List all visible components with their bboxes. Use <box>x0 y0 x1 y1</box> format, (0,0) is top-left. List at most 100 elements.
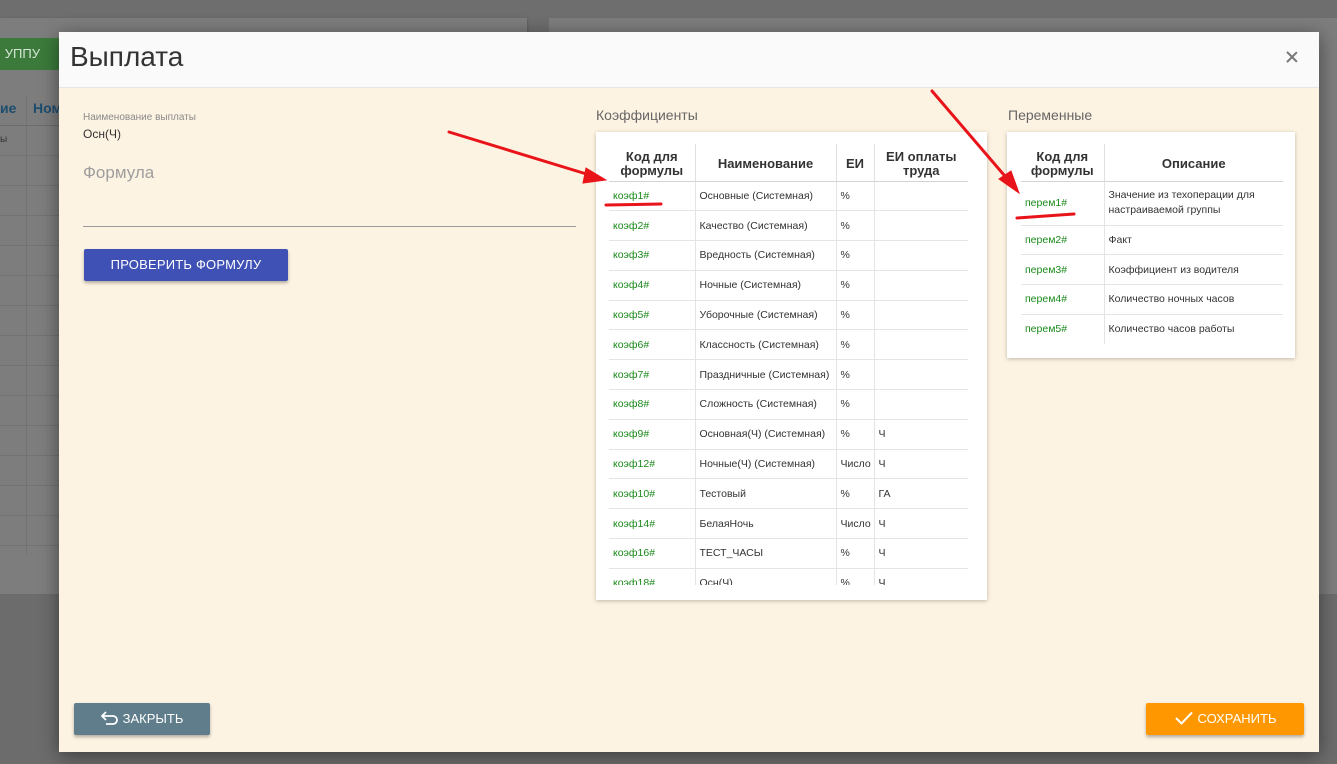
coef-pay-unit-cell <box>874 210 968 242</box>
coefficient-row[interactable]: коэф6# Классность (Системная)% <box>609 329 968 361</box>
coefficient-row[interactable]: коэф1# Основные (Системная)% <box>609 181 968 212</box>
coef-pay-unit-cell: Ч <box>874 508 968 540</box>
coef-unit-cell: Число <box>836 449 875 480</box>
coef-unit-cell: % <box>836 210 875 242</box>
coef-code-cell[interactable]: коэф2# <box>609 210 696 242</box>
coef-name-cell: Праздничные (Системная) <box>695 359 837 391</box>
coefficient-row[interactable]: коэф14# БелаяНочь Число Ч <box>609 508 968 540</box>
coef-pay-unit-cell <box>874 270 968 301</box>
variable-row[interactable]: перем5# Количество часов работы <box>1021 314 1283 344</box>
formula-input[interactable]: Формула <box>83 160 576 227</box>
variables-scroll: Код для формулы Описание перем1# Значение… <box>1021 144 1283 344</box>
coef-code-cell[interactable]: коэф4# <box>609 270 696 301</box>
coef-pay-unit-cell <box>874 389 968 420</box>
coef-code-cell[interactable]: коэф9# <box>609 419 696 450</box>
undo-icon <box>100 711 118 725</box>
coef-name-cell: Вредность (Системная) <box>695 240 837 271</box>
coefficient-row[interactable]: коэф5# Уборочные (Системная)% <box>609 300 968 331</box>
modal-title: Выплата <box>70 41 184 72</box>
coef-pay-unit-cell: Ч <box>874 419 968 450</box>
var-code-cell[interactable]: перем1# <box>1021 181 1105 226</box>
coef-unit-cell: % <box>836 538 875 569</box>
coef-name-cell: Тестовый <box>695 478 837 510</box>
var-description-cell: Значение из техоперации для настраиваемо… <box>1104 181 1283 226</box>
coef-header-code[interactable]: Код для формулы <box>609 144 696 182</box>
coefficients-title: Коэффициенты <box>596 107 698 123</box>
variables-header-row: Код для формулы Описание <box>1021 144 1283 182</box>
save-button[interactable]: СОХРАНИТЬ <box>1146 703 1304 735</box>
coef-name-cell: Сложность (Системная) <box>695 389 837 420</box>
coef-code-cell[interactable]: коэф14# <box>609 508 696 540</box>
coefficient-row[interactable]: коэф2# Качество (Системная)% <box>609 210 968 242</box>
var-header-code[interactable]: Код для формулы <box>1021 144 1105 182</box>
variable-row[interactable]: перем1# Значение из техоперации для настр… <box>1021 181 1283 226</box>
formula-placeholder: Формула <box>83 163 155 182</box>
coef-unit-cell: % <box>836 181 875 212</box>
coef-name-cell: Качество (Системная) <box>695 210 837 242</box>
coef-code-cell[interactable]: коэф16# <box>609 538 696 569</box>
coefficients-table: Код для формулы Наименование ЕИ ЕИ оплат… <box>609 144 968 585</box>
coef-unit-cell: % <box>836 300 875 331</box>
coef-code-cell[interactable]: коэф3# <box>609 240 696 271</box>
close-icon[interactable] <box>1283 48 1301 66</box>
coef-unit-cell: % <box>836 240 875 271</box>
var-description-cell: Коэффициент из водителя <box>1104 254 1283 286</box>
coefficient-row[interactable]: коэф18# Осн(Ч)% Ч <box>609 568 968 585</box>
coef-code-cell[interactable]: коэф12# <box>609 449 696 480</box>
coefficient-row[interactable]: коэф16# ТЕСТ_ЧАСЫ% Ч <box>609 538 968 569</box>
coefficient-row[interactable]: коэф7# Праздничные (Системная)% <box>609 359 968 391</box>
coef-code-cell[interactable]: коэф7# <box>609 359 696 391</box>
coef-code-cell[interactable]: коэф6# <box>609 329 696 361</box>
var-code-cell[interactable]: перем5# <box>1021 314 1105 344</box>
check-formula-button[interactable]: ПРОВЕРИТЬ ФОРМУЛУ <box>84 249 288 281</box>
coefficient-row[interactable]: коэф8# Сложность (Системная)% <box>609 389 968 420</box>
var-code-cell[interactable]: перем3# <box>1021 254 1105 286</box>
coef-name-cell: Классность (Системная) <box>695 329 837 361</box>
coefficient-row[interactable]: коэф10# Тестовый% ГА <box>609 478 968 510</box>
coef-name-cell: Осн(Ч) <box>695 568 837 585</box>
coef-unit-cell: % <box>836 419 875 450</box>
var-code-cell[interactable]: перем4# <box>1021 284 1105 315</box>
coefficient-row[interactable]: коэф9# Основная(Ч) (Системная)% Ч <box>609 419 968 450</box>
coef-code-cell[interactable]: коэф18# <box>609 568 696 585</box>
coef-name-cell: Ночные(Ч) (Системная) <box>695 449 837 480</box>
coef-name-cell: БелаяНочь <box>695 508 837 540</box>
coef-pay-unit-cell <box>874 300 968 331</box>
coef-code-cell[interactable]: коэф1# <box>609 181 696 212</box>
coef-header-name[interactable]: Наименование <box>695 144 837 182</box>
coefficients-header-row: Код для формулы Наименование ЕИ ЕИ оплат… <box>609 144 968 182</box>
coef-pay-unit-cell <box>874 181 968 212</box>
modal-header: Выплата <box>59 32 1319 88</box>
coef-pay-unit-cell: ГА <box>874 478 968 510</box>
check-icon <box>1174 711 1193 725</box>
coef-name-cell: Основная(Ч) (Системная) <box>695 419 837 450</box>
close-button[interactable]: ЗАКРЫТЬ <box>74 703 210 735</box>
background-add-group-button: УППУ <box>0 38 60 70</box>
coefficients-scroll[interactable]: Код для формулы Наименование ЕИ ЕИ оплат… <box>609 144 968 585</box>
coefficient-row[interactable]: коэф4# Ночные (Системная)% <box>609 270 968 301</box>
variable-row[interactable]: перем2# Факт <box>1021 225 1283 256</box>
background-col2-header: Ном <box>33 100 62 116</box>
var-header-description[interactable]: Описание <box>1104 144 1283 182</box>
payment-name-value: Осн(Ч) <box>83 127 121 141</box>
variable-row[interactable]: перем3# Коэффициент из водителя <box>1021 254 1283 286</box>
coef-pay-unit-cell: Ч <box>874 568 968 585</box>
coef-code-cell[interactable]: коэф8# <box>609 389 696 420</box>
close-button-label: ЗАКРЫТЬ <box>122 711 184 726</box>
coef-code-cell[interactable]: коэф5# <box>609 300 696 331</box>
coef-unit-cell: % <box>836 389 875 420</box>
var-code-cell[interactable]: перем2# <box>1021 225 1105 256</box>
coef-unit-cell: % <box>836 478 875 510</box>
coefficient-row[interactable]: коэф3# Вредность (Системная)% <box>609 240 968 271</box>
coef-pay-unit-cell <box>874 329 968 361</box>
coef-code-cell[interactable]: коэф10# <box>609 478 696 510</box>
coef-header-unit[interactable]: ЕИ <box>836 144 875 182</box>
background-col1-header: ие <box>0 100 17 116</box>
coef-name-cell: Ночные (Системная) <box>695 270 837 301</box>
payment-modal: Выплата Наименование выплаты Осн(Ч) Форм… <box>59 32 1319 752</box>
coefficient-row[interactable]: коэф12# Ночные(Ч) (Системная) Число Ч <box>609 449 968 480</box>
coef-name-cell: Основные (Системная) <box>695 181 837 212</box>
coef-header-pay-unit[interactable]: ЕИ оплаты труда <box>874 144 968 182</box>
coef-unit-cell: Число <box>836 508 875 540</box>
variable-row[interactable]: перем4# Количество ночных часов <box>1021 284 1283 315</box>
